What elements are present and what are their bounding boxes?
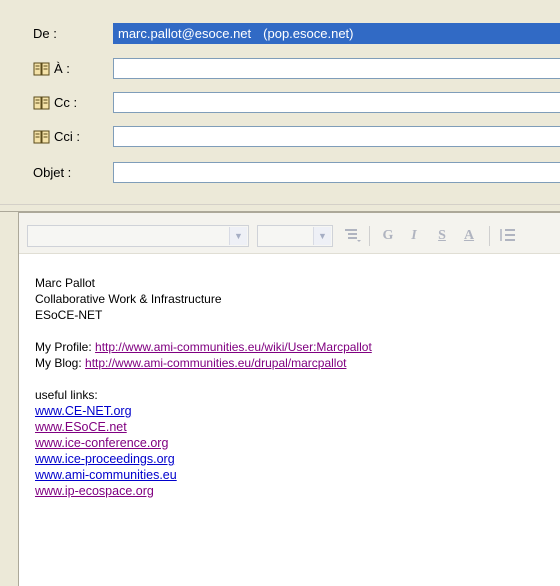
link-ami-communities[interactable]: www.ami-communities.eu [35, 468, 177, 482]
window-top-strip [0, 0, 560, 15]
toolbar-divider [369, 226, 370, 246]
message-header: De : marc.pallot@esoce.net (pop.esoce.net… [0, 14, 560, 204]
link-ice-proceedings[interactable]: www.ice-proceedings.org [35, 452, 175, 466]
strikethrough-button[interactable]: S [431, 226, 453, 246]
address-book-icon [33, 96, 51, 110]
font-size-select[interactable]: ▼ [257, 225, 333, 247]
cc-button[interactable]: Cc : [33, 95, 77, 110]
subject-field[interactable] [113, 162, 560, 183]
from-label: De : [33, 26, 57, 41]
to-row: À : [0, 55, 560, 85]
bcc-field[interactable] [113, 126, 560, 147]
link-ip-ecospace[interactable]: www.ip-ecospace.org [35, 484, 154, 498]
from-account: (pop.esoce.net) [263, 26, 354, 41]
list-item: www.ice-proceedings.org [35, 451, 555, 467]
list-item: www.ip-ecospace.org [35, 483, 555, 499]
address-book-icon [33, 130, 51, 144]
list-item: www.ESoCE.net [35, 419, 555, 435]
blog-link[interactable]: http://www.ami-communities.eu/drupal/mar… [85, 356, 346, 370]
message-editor[interactable]: ▼ ▼ G I S A Marc Pallot Collaborative Wo… [18, 212, 560, 586]
address-book-icon [33, 62, 51, 76]
signature-org: ESoCE-NET [35, 308, 103, 322]
list-item: www.ami-communities.eu [35, 467, 555, 483]
from-row: De : marc.pallot@esoce.net (pop.esoce.net… [0, 20, 560, 50]
to-field[interactable] [113, 58, 560, 79]
paragraph-style-button[interactable] [341, 226, 363, 246]
message-body[interactable]: Marc Pallot Collaborative Work & Infrast… [35, 275, 555, 499]
profile-label: My Profile: [35, 340, 92, 354]
chevron-down-icon: ▼ [229, 227, 247, 245]
cc-label: Cc : [54, 95, 78, 110]
profile-line: My Profile: http://www.ami-communities.e… [35, 339, 555, 355]
font-color-button[interactable]: A [457, 226, 481, 246]
to-button[interactable]: À : [33, 61, 70, 76]
signature-name: Marc Pallot [35, 276, 96, 290]
bcc-label: Cci : [54, 129, 80, 144]
numbered-list-icon [500, 229, 515, 241]
link-esoce[interactable]: www.ESoCE.net [35, 420, 127, 434]
toolbar-divider [489, 226, 490, 246]
signature-role: Collaborative Work & Infrastructure [35, 292, 222, 306]
cc-row: Cc : [0, 89, 560, 119]
profile-link[interactable]: http://www.ami-communities.eu/wiki/User:… [95, 340, 372, 354]
numbered-list-button[interactable] [497, 226, 519, 246]
formatting-toolbar: ▼ ▼ G I S A [19, 213, 560, 254]
cc-field[interactable] [113, 92, 560, 113]
font-name-select[interactable]: ▼ [27, 225, 249, 247]
from-address: marc.pallot@esoce.net [118, 26, 252, 41]
list-item: www.CE-NET.org [35, 403, 555, 419]
subject-label: Objet : [33, 165, 72, 180]
header-separator [0, 204, 560, 212]
italic-button[interactable]: I [403, 226, 425, 246]
blog-label: My Blog: [35, 356, 82, 370]
paragraph-style-icon [345, 229, 361, 242]
link-ce-net[interactable]: www.CE-NET.org [35, 404, 132, 418]
list-item: www.ice-conference.org [35, 435, 555, 451]
blog-line: My Blog: http://www.ami-communities.eu/d… [35, 355, 555, 371]
bcc-row: Cci : [0, 123, 560, 153]
bold-button[interactable]: G [377, 226, 399, 246]
useful-links-label: useful links: [35, 388, 98, 402]
useful-links-list: www.CE-NET.org www.ESoCE.net www.ice-con… [35, 403, 555, 499]
to-label: À : [54, 61, 70, 76]
subject-row: Objet : [0, 159, 560, 189]
bcc-button[interactable]: Cci : [33, 129, 80, 144]
link-ice-conference[interactable]: www.ice-conference.org [35, 436, 168, 450]
from-field[interactable]: marc.pallot@esoce.net (pop.esoce.net) [113, 23, 560, 44]
chevron-down-icon: ▼ [313, 227, 331, 245]
